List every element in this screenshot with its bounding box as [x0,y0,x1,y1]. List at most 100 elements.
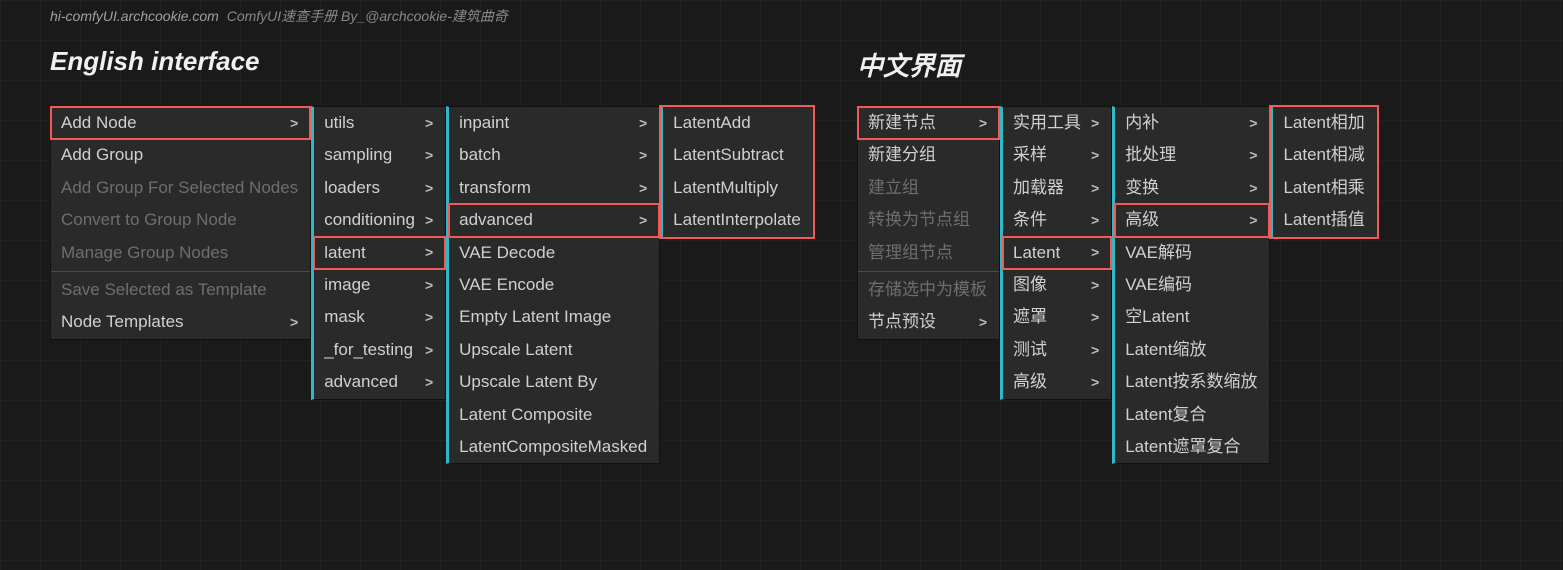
cn-menu4-item-2[interactable]: Latent相乘 [1273,172,1376,204]
cn-menu3-item-9[interactable]: Latent复合 [1115,399,1269,431]
en-menu4-item-1[interactable]: LatentSubtract [663,139,813,171]
chevron-right-icon: > [425,180,433,197]
en-menu1-item-label: Add Group [61,145,143,165]
chevron-right-icon: > [425,244,433,261]
cn-menu3-item-5[interactable]: VAE编码 [1115,269,1269,301]
chevron-right-icon: > [425,374,433,391]
cn-menu3-item-7[interactable]: Latent缩放 [1115,334,1269,366]
chinese-menu-group: 新建节点>新建分组建立组转换为节点组管理组节点存储选中为模板节点预设> 实用工具… [857,106,1378,464]
cn-menu1-item-3: 转换为节点组 [858,204,999,236]
chevron-right-icon: > [1091,309,1099,326]
en-menu3-item-3[interactable]: advanced> [449,204,659,236]
en-menu3-item-0[interactable]: inpaint> [449,107,659,139]
en-menu2-item-1[interactable]: sampling> [314,139,445,171]
en-menu2-item-4[interactable]: latent> [314,237,445,269]
en-menu3-item-10[interactable]: LatentCompositeMasked [449,431,659,463]
en-menu2-item-8[interactable]: advanced> [314,366,445,398]
chevron-right-icon: > [1091,277,1099,294]
cn-menu2-item-6[interactable]: 遮罩> [1003,301,1111,333]
en-menu4-item-label: LatentAdd [673,113,751,133]
section-title-english: English interface [50,46,260,77]
en-menu3-item-2[interactable]: transform> [449,172,659,204]
en-menu2-item-2[interactable]: loaders> [314,172,445,204]
en-menu1-item-6[interactable]: Node Templates> [51,306,310,338]
en-menu1-item-label: Save Selected as Template [61,280,267,300]
en-menu2-item-5[interactable]: image> [314,269,445,301]
cn-menu2-item-0[interactable]: 实用工具> [1003,107,1111,139]
en-menu2-item-0[interactable]: utils> [314,107,445,139]
en-menu1-item-5: Save Selected as Template [51,271,310,306]
en-menu4-item-3[interactable]: LatentInterpolate [663,204,813,236]
chevron-right-icon: > [1091,212,1099,229]
cn-menu2-item-1[interactable]: 采样> [1003,139,1111,171]
cn-menu3-item-3[interactable]: 高级 > [1115,204,1269,236]
en-menu2-item-3[interactable]: conditioning> [314,204,445,236]
en-menu3-item-8[interactable]: Upscale Latent By [449,366,659,398]
cn-menu2-item-label: 加载器 [1013,178,1064,198]
cn-menu2-item-4[interactable]: Latent> [1003,237,1111,269]
cn-menu3-item-6[interactable]: 空Latent [1115,301,1269,333]
en-menu3-item-6[interactable]: Empty Latent Image [449,301,659,333]
en-menu3-item-4[interactable]: VAE Decode [449,237,659,269]
en-menu1-item-label: Add Group For Selected Nodes [61,178,298,198]
en-menu3-item-9[interactable]: Latent Composite [449,399,659,431]
en-menu4-item-label: LatentSubtract [673,145,784,165]
cn-menu2-item-5[interactable]: 图像> [1003,269,1111,301]
en-menu1-item-label: Convert to Group Node [61,210,237,230]
cn-menu2-item-3[interactable]: 条件> [1003,204,1111,236]
cn-menu2-item-2[interactable]: 加载器> [1003,172,1111,204]
cn-menu3-item-label: Latent按系数缩放 [1125,372,1257,392]
context-menu-en-4: LatentAdd LatentSubtract LatentMultiplyLat… [660,106,814,238]
en-menu4-item-0[interactable]: LatentAdd [663,107,813,139]
en-menu3-item-label: advanced [459,210,533,230]
cn-menu4-item-0[interactable]: Latent相加 [1273,107,1376,139]
chevron-right-icon: > [425,115,433,132]
context-menu-en-2: utils>sampling>loaders>conditioning>late… [311,106,446,400]
cn-menu2-item-8[interactable]: 高级> [1003,366,1111,398]
cn-menu1-item-1[interactable]: 新建分组 [858,139,999,171]
context-menu-cn-3: 内补>批处理>变换> 高级 > VAE解码VAE编码空LatentLatent缩放 La… [1112,106,1270,464]
cn-menu4-item-label: Latent相加 [1283,113,1364,133]
cn-menu2-item-label: 实用工具 [1013,113,1081,133]
context-menu-cn-2: 实用工具>采样>加载器>条件>Latent>图像>遮罩>测试>高级> [1000,106,1112,400]
cn-menu3-item-8[interactable]: Latent按系数缩放 [1115,366,1269,398]
en-menu2-item-7[interactable]: _for_testing > [314,334,445,366]
cn-menu3-item-4[interactable]: VAE解码 [1115,237,1269,269]
cn-menu3-item-1[interactable]: 批处理> [1115,139,1269,171]
cn-menu4-item-label: Latent插值 [1283,210,1364,230]
en-menu3-item-label: LatentCompositeMasked [459,437,647,457]
chevron-right-icon: > [1249,147,1257,164]
en-menu3-item-1[interactable]: batch> [449,139,659,171]
chevron-right-icon: > [1249,212,1257,229]
en-menu4-item-2[interactable]: LatentMultiply [663,172,813,204]
en-menu1-item-3: Convert to Group Node [51,204,310,236]
cn-menu1-item-5: 存储选中为模板 [858,271,999,306]
en-menu1-item-2: Add Group For Selected Nodes [51,172,310,204]
chevron-right-icon: > [1249,180,1257,197]
cn-menu3-item-0[interactable]: 内补> [1115,107,1269,139]
context-menu-cn-1: 新建节点>新建分组建立组转换为节点组管理组节点存储选中为模板节点预设> [857,106,1000,340]
en-menu2-item-label: _for_testing [324,340,413,360]
page-header: hi-comfyUI.archcookie.com ComfyUI速查手册 By… [50,6,508,26]
cn-menu1-item-label: 转换为节点组 [868,210,970,230]
en-menu3-item-5[interactable]: VAE Encode [449,269,659,301]
context-menu-cn-4: Latent相加 Latent相减Latent相乘 Latent插值 [1270,106,1377,238]
en-menu2-item-6[interactable]: mask> [314,301,445,333]
en-menu3-item-label: VAE Decode [459,243,555,263]
cn-menu1-item-6[interactable]: 节点预设> [858,306,999,338]
cn-menu1-item-label: 建立组 [868,178,919,198]
en-menu3-item-7[interactable]: Upscale Latent [449,334,659,366]
en-menu1-item-1[interactable]: Add Group [51,139,310,171]
cn-menu3-item-label: 高级 [1125,210,1159,230]
cn-menu1-item-0[interactable]: 新建节点> [858,107,999,139]
cn-menu2-item-7[interactable]: 测试> [1003,334,1111,366]
cn-menu3-item-2[interactable]: 变换> [1115,172,1269,204]
chevron-right-icon: > [425,342,433,359]
cn-menu3-item-10[interactable]: Latent遮罩复合 [1115,431,1269,463]
cn-menu4-item-1[interactable]: Latent相减 [1273,139,1376,171]
en-menu1-item-0[interactable]: Add Node> [51,107,310,139]
cn-menu4-item-3[interactable]: Latent插值 [1273,204,1376,236]
chevron-right-icon: > [1091,342,1099,359]
chevron-right-icon: > [979,115,987,132]
cn-menu1-item-4: 管理组节点 [858,237,999,269]
